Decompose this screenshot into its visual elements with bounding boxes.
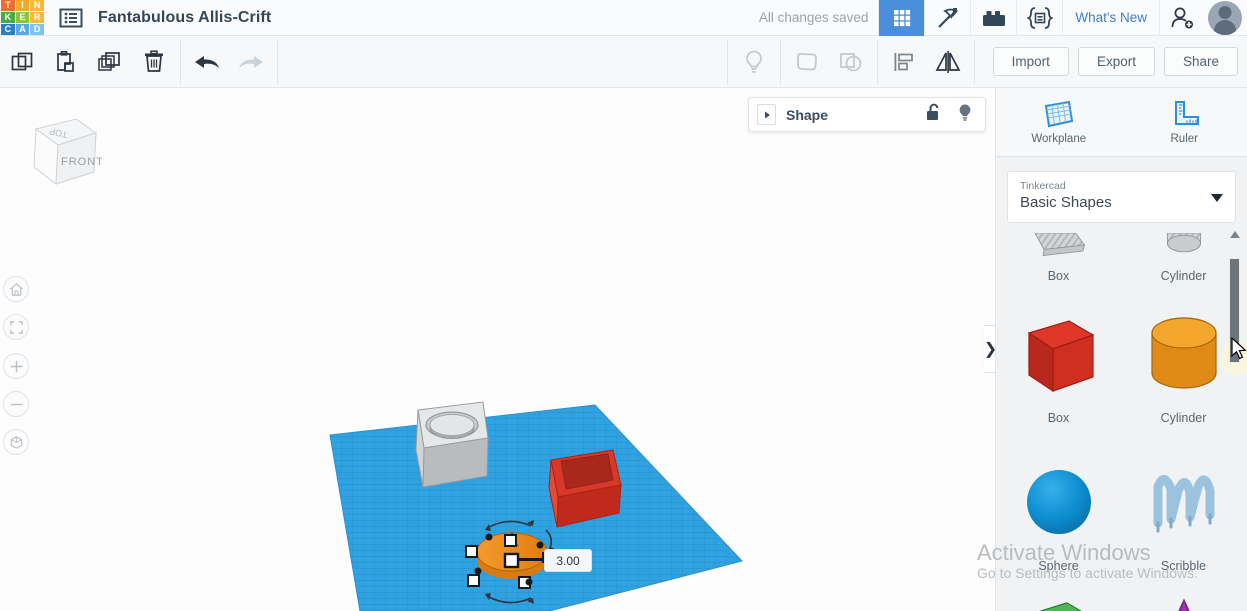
ruler-icon xyxy=(1175,101,1200,125)
toolbar-divider xyxy=(180,39,181,84)
logo-tile: R xyxy=(30,11,44,24)
perspective-toggle-button[interactable] xyxy=(3,429,29,455)
zoom-in-button[interactable] xyxy=(3,353,29,379)
dimension-tooltip[interactable]: 3.00 xyxy=(544,549,592,572)
shape-item-box-solid[interactable]: Box xyxy=(1003,295,1114,425)
shape-list-scrollbar[interactable] xyxy=(1220,231,1247,611)
page-title: Fantabulous Allis-Crift xyxy=(98,8,272,26)
logo-tile: T xyxy=(1,0,15,11)
minecraft-button[interactable] xyxy=(924,0,970,36)
logo-tile: C xyxy=(1,24,15,36)
viewcube-front-label: FRONT xyxy=(61,156,102,168)
shapes-side-panel: Workplane Ruler Tinkercad Basic Shapes B… xyxy=(995,88,1247,611)
workplane[interactable] xyxy=(329,404,743,611)
library-name-label: Basic Shapes xyxy=(1020,194,1112,211)
ungroup-button[interactable] xyxy=(829,36,873,88)
import-button[interactable]: Import xyxy=(992,47,1069,76)
workplane-tool-label: Workplane xyxy=(1031,133,1087,145)
shape-row: Box Cylinder xyxy=(996,233,1247,283)
logo-tile: A xyxy=(15,24,30,36)
shape-label: Box xyxy=(1047,411,1070,425)
trash-icon[interactable] xyxy=(132,36,176,88)
library-source-label: Tinkercad xyxy=(1020,180,1066,192)
add-person-icon[interactable] xyxy=(1159,0,1203,36)
shape-label: Scribble xyxy=(1160,559,1207,573)
lightbulb-icon[interactable] xyxy=(957,103,973,127)
file-action-buttons: Import Export Share xyxy=(992,47,1247,76)
duplicate-button[interactable] xyxy=(88,36,132,88)
copy-button[interactable] xyxy=(0,36,44,88)
shape-item-scribble[interactable]: Scribble xyxy=(1128,445,1239,573)
export-button[interactable]: Export xyxy=(1077,47,1155,76)
whats-new-link[interactable]: What's New xyxy=(1062,0,1159,36)
home-view-button[interactable] xyxy=(3,276,29,302)
shape-item-sphere[interactable]: Sphere xyxy=(1003,445,1114,573)
logo-tile: N xyxy=(30,0,44,11)
shape-panel-title: Shape xyxy=(786,106,829,123)
shape-list[interactable]: Box Cylinder Box Cylinder Sphere Scribbl… xyxy=(996,233,1247,611)
shape-item-green-cube[interactable] xyxy=(1003,595,1114,611)
blocks-button[interactable] xyxy=(970,0,1016,36)
top-bar: T I N K E R C A D Fantabulous Allis-Crif… xyxy=(0,0,1247,36)
mirror-flip-icon[interactable] xyxy=(926,36,970,88)
logo-tile: D xyxy=(30,24,44,36)
save-status: All changes saved xyxy=(758,10,869,25)
avatar[interactable] xyxy=(1203,0,1247,36)
gray-box-with-hole[interactable] xyxy=(415,401,489,488)
undo-button[interactable] xyxy=(185,36,229,88)
toolbar-divider xyxy=(973,39,975,84)
shape-label: Cylinder xyxy=(1160,269,1207,283)
tinkercad-logo[interactable]: T I N K E R C A D xyxy=(0,0,45,36)
list-icon[interactable] xyxy=(58,7,84,29)
mouse-cursor xyxy=(1231,337,1247,360)
group-button[interactable] xyxy=(785,36,829,88)
ruler-tool-label: Ruler xyxy=(1170,133,1198,145)
view-cube[interactable]: TOP FRONT xyxy=(14,101,103,189)
shape-label: Sphere xyxy=(1038,559,1079,573)
chevron-down-icon xyxy=(1211,194,1223,202)
shape-item-box-hole[interactable]: Box xyxy=(1003,233,1114,283)
clipboard-tools xyxy=(0,36,282,88)
paste-button[interactable] xyxy=(44,36,88,88)
fit-view-button[interactable] xyxy=(3,314,29,340)
logo-tile: E xyxy=(15,11,30,24)
workplane-3d-view[interactable] xyxy=(0,88,995,611)
edit-toolbar: Import Export Share xyxy=(0,36,1247,88)
toolbar-divider xyxy=(277,39,278,84)
redo-button[interactable] xyxy=(229,36,273,88)
codeblocks-button[interactable] xyxy=(1016,0,1062,36)
toolbar-divider xyxy=(876,39,878,84)
logo-tile: K xyxy=(1,11,15,24)
shape-row: Sphere Scribble xyxy=(996,445,1247,573)
shape-item-cylinder-hole[interactable]: Cylinder xyxy=(1128,233,1239,283)
design-canvas[interactable]: 3.00 TOP FRONT xyxy=(0,88,995,611)
shape-label: Cylinder xyxy=(1160,411,1207,425)
shape-row: Box Cylinder xyxy=(996,295,1247,425)
workplane-tool[interactable]: Workplane xyxy=(996,88,1122,156)
red-box[interactable] xyxy=(548,449,622,528)
align-button[interactable] xyxy=(882,36,926,88)
triangle-right-icon[interactable] xyxy=(757,104,776,125)
panel-tools: Workplane Ruler xyxy=(996,88,1247,157)
toolbar-divider xyxy=(779,39,781,84)
share-button[interactable]: Share xyxy=(1163,47,1238,76)
shape-label: Box xyxy=(1047,269,1070,283)
shape-library-dropdown[interactable]: Tinkercad Basic Shapes xyxy=(1007,171,1236,223)
avatar-image xyxy=(1208,0,1242,35)
lightbulb-icon[interactable] xyxy=(732,36,776,88)
grid-view-button[interactable] xyxy=(878,0,925,36)
tinkercad-app: T I N K E R C A D Fantabulous Allis-Crif… xyxy=(0,0,1247,611)
scroll-up-arrow-icon[interactable] xyxy=(1230,231,1240,238)
toolbar-divider xyxy=(726,39,728,84)
shape-tools xyxy=(723,36,979,88)
shape-properties-panel[interactable]: Shape xyxy=(748,97,986,132)
logo-tile: I xyxy=(15,0,30,11)
shape-item-purple-cone[interactable] xyxy=(1128,595,1239,611)
shape-row xyxy=(996,595,1247,611)
unlocked-padlock-icon[interactable] xyxy=(926,103,941,126)
workplane-grid-icon xyxy=(1044,100,1073,128)
zoom-out-button[interactable] xyxy=(3,391,29,417)
ruler-tool[interactable]: Ruler xyxy=(1122,88,1247,156)
